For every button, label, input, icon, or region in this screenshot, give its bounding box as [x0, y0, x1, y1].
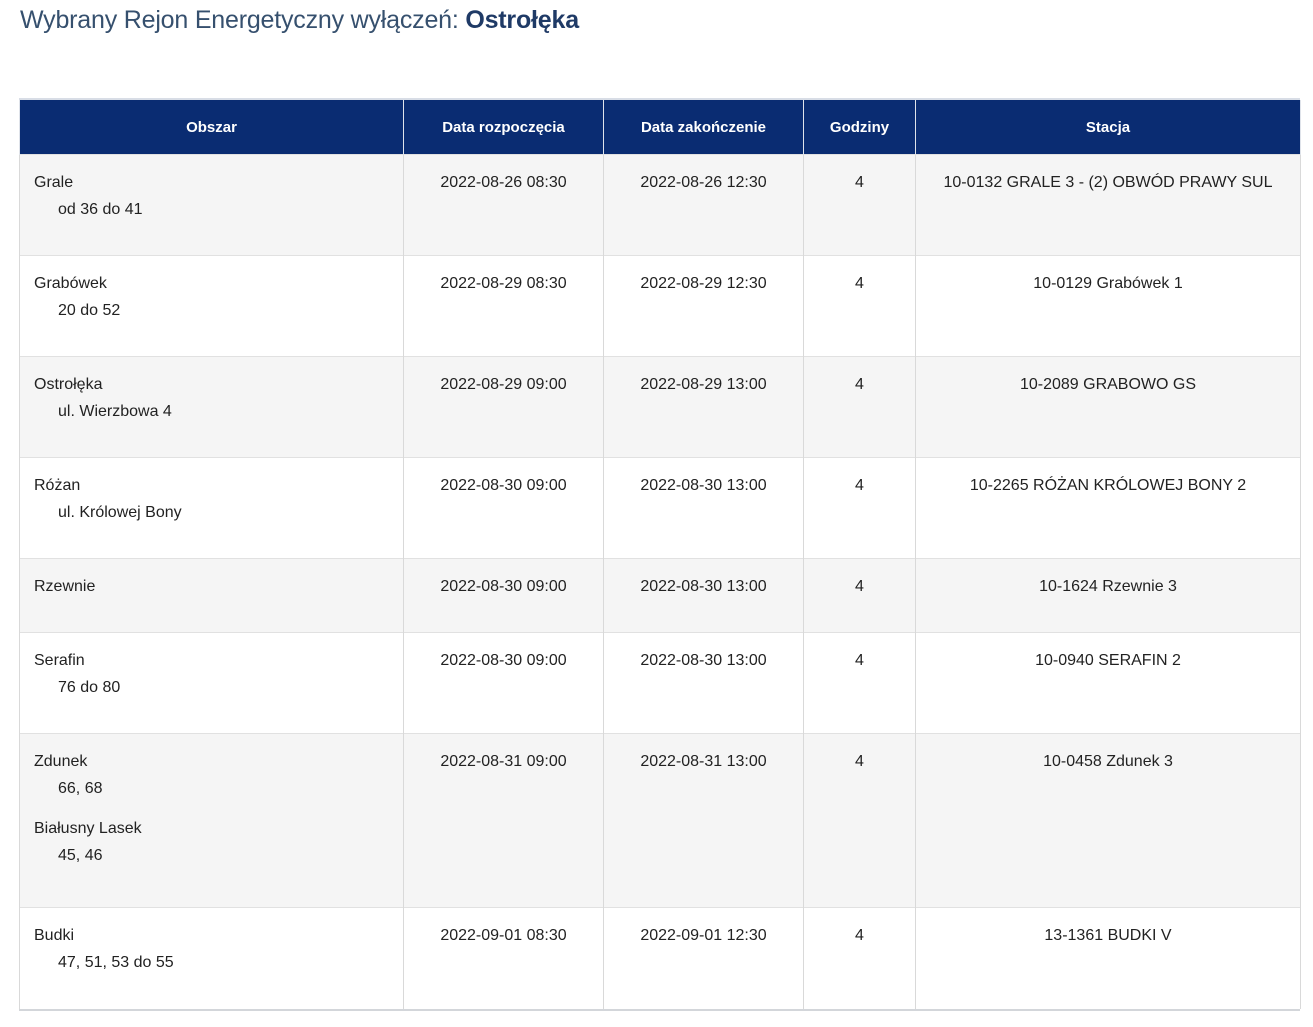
area-entry: Grale od 36 do 41: [34, 173, 389, 220]
area-entry: Białusny Lasek 45, 46: [34, 819, 389, 866]
table-row: Serafin 76 do 80 2022-08-30 09:00 2022-0…: [19, 632, 1301, 734]
station-cell: 10-0132 GRALE 3 - (2) OBWÓD PRAWY SUL: [915, 154, 1301, 256]
end-date-cell: 2022-08-26 12:30: [603, 154, 804, 256]
hours-cell: 4: [803, 255, 916, 357]
hours-cell: 4: [803, 733, 916, 908]
station-cell: 10-0940 SERAFIN 2: [915, 632, 1301, 734]
area-cell: Budki 47, 51, 53 do 55: [19, 907, 404, 1009]
column-header-area[interactable]: Obszar: [19, 100, 404, 155]
end-date-cell: 2022-08-31 13:00: [603, 733, 804, 908]
area-detail: 20 do 52: [58, 302, 121, 319]
start-date-cell: 2022-08-30 09:00: [403, 632, 604, 734]
table-row: Grale od 36 do 41 2022-08-26 08:30 2022-…: [19, 154, 1301, 256]
start-date-cell: 2022-09-01 08:30: [403, 907, 604, 1009]
area-detail: 66, 68: [58, 780, 103, 797]
station-cell: 13-1361 BUDKI V: [915, 907, 1301, 1009]
start-date-cell: 2022-08-26 08:30: [403, 154, 604, 256]
area-cell: Ostrołęka ul. Wierzbowa 4: [19, 356, 404, 458]
table-row: Ostrołęka ul. Wierzbowa 4 2022-08-29 09:…: [19, 356, 1301, 458]
area-entry: Różan ul. Królowej Bony: [34, 476, 389, 523]
table-row: Różan ul. Królowej Bony 2022-08-30 09:00…: [19, 457, 1301, 559]
area-name: Grale: [34, 174, 74, 191]
hours-cell: 4: [803, 154, 916, 256]
page-title: Wybrany Rejon Energetyczny wyłączeń: Ost…: [20, 6, 579, 35]
station-cell: 10-2265 RÓŻAN KRÓLOWEJ BONY 2: [915, 457, 1301, 559]
area-name: Różan: [34, 477, 81, 494]
end-date-cell: 2022-08-30 13:00: [603, 558, 804, 633]
area-name: Ostrołęka: [34, 376, 103, 393]
end-date-cell: 2022-08-30 13:00: [603, 457, 804, 559]
area-cell: Różan ul. Królowej Bony: [19, 457, 404, 559]
area-entry: Zdunek 66, 68: [34, 752, 389, 799]
area-cell: Rzewnie: [19, 558, 404, 633]
area-cell: Grale od 36 do 41: [19, 154, 404, 256]
hours-cell: 4: [803, 558, 916, 633]
area-cell: Serafin 76 do 80: [19, 632, 404, 734]
station-cell: 10-2089 GRABOWO GS: [915, 356, 1301, 458]
area-name: Grabówek: [34, 275, 107, 292]
column-header-start-date[interactable]: Data rozpoczęcia: [403, 100, 604, 155]
start-date-cell: 2022-08-31 09:00: [403, 733, 604, 908]
selected-region: Ostrołęka: [465, 6, 579, 34]
outages-table-container: Obszar Data rozpoczęcia Data zakończenie…: [19, 98, 1301, 1011]
column-header-station[interactable]: Stacja: [915, 100, 1301, 155]
area-detail: ul. Królowej Bony: [58, 504, 182, 521]
start-date-cell: 2022-08-29 09:00: [403, 356, 604, 458]
end-date-cell: 2022-08-29 12:30: [603, 255, 804, 357]
start-date-cell: 2022-08-30 09:00: [403, 558, 604, 633]
area-cell: Zdunek 66, 68 Białusny Lasek 45, 46: [19, 733, 404, 908]
area-detail: ul. Wierzbowa 4: [58, 403, 172, 420]
table-row: Zdunek 66, 68 Białusny Lasek 45, 46 2022…: [19, 733, 1301, 908]
area-entry: Grabówek 20 do 52: [34, 274, 389, 321]
station-cell: 10-0458 Zdunek 3: [915, 733, 1301, 908]
area-detail: 76 do 80: [58, 679, 121, 696]
end-date-cell: 2022-08-30 13:00: [603, 632, 804, 734]
table-body: Grale od 36 do 41 2022-08-26 08:30 2022-…: [19, 154, 1301, 1009]
area-name: Białusny Lasek: [34, 820, 142, 837]
area-name: Serafin: [34, 652, 85, 669]
end-date-cell: 2022-08-29 13:00: [603, 356, 804, 458]
area-detail: 47, 51, 53 do 55: [58, 954, 174, 971]
outages-table: Obszar Data rozpoczęcia Data zakończenie…: [19, 100, 1301, 1009]
area-name: Rzewnie: [34, 578, 96, 595]
end-date-cell: 2022-09-01 12:30: [603, 907, 804, 1009]
area-detail: 45, 46: [58, 847, 103, 864]
station-cell: 10-0129 Grabówek 1: [915, 255, 1301, 357]
area-name: Budki: [34, 927, 75, 944]
start-date-cell: 2022-08-29 08:30: [403, 255, 604, 357]
area-entry: Serafin 76 do 80: [34, 651, 389, 698]
table-header-row: Obszar Data rozpoczęcia Data zakończenie…: [19, 100, 1301, 155]
table-row: Budki 47, 51, 53 do 55 2022-09-01 08:30 …: [19, 907, 1301, 1009]
column-header-hours[interactable]: Godziny: [803, 100, 916, 155]
column-header-end-date[interactable]: Data zakończenie: [603, 100, 804, 155]
page-title-prefix: Wybrany Rejon Energetyczny wyłączeń:: [20, 6, 459, 34]
table-row: Rzewnie 2022-08-30 09:00 2022-08-30 13:0…: [19, 558, 1301, 633]
area-cell: Grabówek 20 do 52: [19, 255, 404, 357]
area-entry: Budki 47, 51, 53 do 55: [34, 926, 389, 973]
area-entry: Rzewnie: [34, 577, 389, 597]
station-cell: 10-1624 Rzewnie 3: [915, 558, 1301, 633]
area-entry: Ostrołęka ul. Wierzbowa 4: [34, 375, 389, 422]
area-name: Zdunek: [34, 753, 88, 770]
start-date-cell: 2022-08-30 09:00: [403, 457, 604, 559]
area-detail: od 36 do 41: [58, 201, 143, 218]
hours-cell: 4: [803, 457, 916, 559]
hours-cell: 4: [803, 356, 916, 458]
hours-cell: 4: [803, 632, 916, 734]
hours-cell: 4: [803, 907, 916, 1009]
table-row: Grabówek 20 do 52 2022-08-29 08:30 2022-…: [19, 255, 1301, 357]
